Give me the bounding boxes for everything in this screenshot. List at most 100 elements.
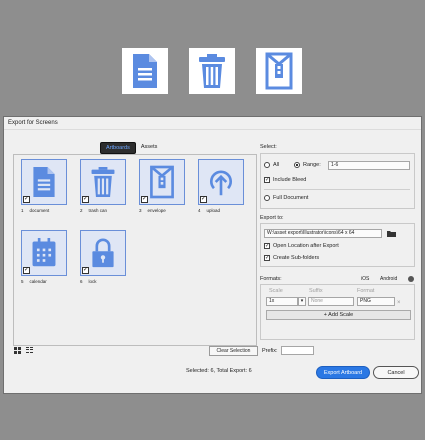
artboard-checkbox[interactable]: ✓	[23, 196, 30, 203]
envelope-icon	[265, 52, 293, 90]
artboard-thumbnail[interactable]: ✓	[80, 230, 126, 276]
export-status: Selected: 6, Total Export: 6	[186, 368, 252, 374]
artboard-checkbox[interactable]: ✓	[82, 267, 89, 274]
trash-can-icon	[91, 167, 115, 197]
select-all-option[interactable]: All	[264, 162, 279, 168]
export-for-screens-dialog: Export for Screens Artboards Assets ✓ 1d…	[3, 116, 422, 394]
dialog-title: Export for Screens	[8, 120, 58, 126]
add-scale-button[interactable]: + Add Scale	[266, 310, 411, 320]
artboard-name: trash can	[88, 208, 108, 213]
select-range-option[interactable]: Range:	[294, 162, 321, 168]
artboard-checkbox[interactable]: ✓	[200, 196, 207, 203]
artboard-tile-trash-can[interactable]: ✓ 2 trash can	[80, 159, 126, 213]
include-bleed-label: Include Bleed	[273, 177, 307, 183]
artboard-label: 2 trash can	[80, 208, 126, 213]
include-bleed-option[interactable]: ✓ Include Bleed	[264, 177, 306, 183]
upload-icon	[209, 170, 233, 196]
full-document-label: Full Document	[273, 195, 309, 201]
calendar-icon	[32, 238, 56, 267]
artboard-number: 4	[198, 208, 201, 213]
export-path-input[interactable]: W:\asset export\Illustrator\icons\64 x 6…	[264, 229, 382, 238]
trash-can-icon	[199, 54, 225, 88]
select-all-label: All	[273, 162, 280, 168]
list-view-icon[interactable]	[25, 346, 33, 354]
create-subfolders-checkbox[interactable]: ✓	[264, 255, 270, 261]
column-format: Format	[357, 288, 375, 294]
platform-ios[interactable]: iOS	[361, 276, 369, 282]
create-subfolders-label: Create Sub-folders	[273, 255, 320, 261]
artboard-tile-calendar[interactable]: ✓ 5 calendar	[21, 230, 67, 284]
lock-icon	[92, 238, 114, 268]
preview-trash-can	[189, 48, 235, 94]
clear-selection-button[interactable]: Clear Selection	[209, 346, 258, 356]
artboard-number: 6	[80, 279, 83, 284]
full-document-radio[interactable]	[264, 195, 270, 201]
create-subfolders-option[interactable]: ✓ Create Sub-folders	[264, 255, 319, 261]
artboard-thumbnail[interactable]: ✓	[80, 159, 126, 205]
select-range-label: Range:	[303, 162, 321, 168]
view-toggle	[13, 346, 33, 354]
cancel-button[interactable]: Cancel	[373, 366, 419, 379]
column-scale: Scale	[269, 288, 283, 294]
artboard-checkbox[interactable]: ✓	[23, 267, 30, 274]
artboard-label: 1 document	[21, 208, 67, 213]
artboard-number: 1	[21, 208, 24, 213]
grid-view-icon[interactable]	[13, 346, 21, 354]
select-range-radio[interactable]	[294, 162, 300, 168]
artboard-thumbnail[interactable]: ✓	[139, 159, 185, 205]
suffix-input[interactable]: None	[308, 297, 354, 306]
column-suffix: Suffix	[309, 288, 323, 294]
artboard-label: 5 calendar	[21, 279, 67, 284]
artboard-number: 2	[80, 208, 83, 213]
export-to-heading: Export to:	[260, 215, 284, 221]
title-divider	[4, 129, 421, 130]
include-bleed-checkbox[interactable]: ✓	[264, 177, 270, 183]
artboard-name: lock	[88, 279, 97, 284]
formats-heading: Formats:	[260, 276, 282, 282]
artboard-tile-lock[interactable]: ✓ 6 lock	[80, 230, 126, 284]
artboard-thumbnail[interactable]: ✓	[21, 230, 67, 276]
artboard-checkbox[interactable]: ✓	[82, 196, 89, 203]
artboard-tile-upload[interactable]: ✓ 4 upload	[198, 159, 244, 213]
artboard-grid: ✓ 1 document ✓ 2 trash can ✓ 3 envelope …	[13, 154, 257, 346]
artboard-label: 4 upload	[198, 208, 244, 213]
document-icon	[133, 54, 157, 88]
open-location-checkbox[interactable]: ✓	[264, 243, 270, 249]
gear-icon[interactable]	[408, 276, 414, 282]
tab-bar: Artboards Assets	[100, 142, 162, 154]
artboard-name: upload	[206, 208, 221, 213]
artboard-tile-document[interactable]: ✓ 1 document	[21, 159, 67, 213]
full-document-option[interactable]: Full Document	[264, 195, 308, 201]
tab-assets[interactable]: Assets	[136, 142, 163, 154]
chevron-down-icon[interactable]: ▾	[298, 297, 306, 306]
preview-strip	[122, 48, 302, 94]
artboard-thumbnail[interactable]: ✓	[198, 159, 244, 205]
range-input[interactable]: 1-6	[328, 161, 410, 170]
remove-scale-icon[interactable]: ×	[397, 300, 401, 306]
preview-document	[122, 48, 168, 94]
artboard-checkbox[interactable]: ✓	[141, 196, 148, 203]
format-select[interactable]: PNG	[357, 297, 395, 306]
select-all-radio[interactable]	[264, 162, 270, 168]
prefix-input[interactable]	[281, 346, 314, 355]
folder-icon[interactable]	[387, 230, 396, 237]
artboard-name: calendar	[29, 279, 47, 284]
artboard-number: 3	[139, 208, 142, 213]
document-icon	[33, 167, 55, 197]
export-artboard-button[interactable]: Export Artboard	[316, 366, 370, 379]
artboard-name: document	[29, 208, 50, 213]
artboard-thumbnail[interactable]: ✓	[21, 159, 67, 205]
prefix-label: Prefix:	[262, 348, 278, 354]
artboard-label: 3 envelope	[139, 208, 185, 213]
open-location-label: Open Location after Export	[273, 243, 339, 249]
preview-envelope	[256, 48, 302, 94]
select-heading: Select:	[260, 144, 277, 150]
platform-android[interactable]: Android	[380, 276, 397, 282]
artboard-tile-envelope[interactable]: ✓ 3 envelope	[139, 159, 185, 213]
open-location-option[interactable]: ✓ Open Location after Export	[264, 243, 339, 249]
artboard-name: envelope	[147, 208, 166, 213]
artboard-number: 5	[21, 279, 24, 284]
tab-artboards[interactable]: Artboards	[100, 142, 136, 154]
envelope-icon	[150, 165, 174, 199]
scale-select[interactable]: 1x	[266, 297, 298, 306]
